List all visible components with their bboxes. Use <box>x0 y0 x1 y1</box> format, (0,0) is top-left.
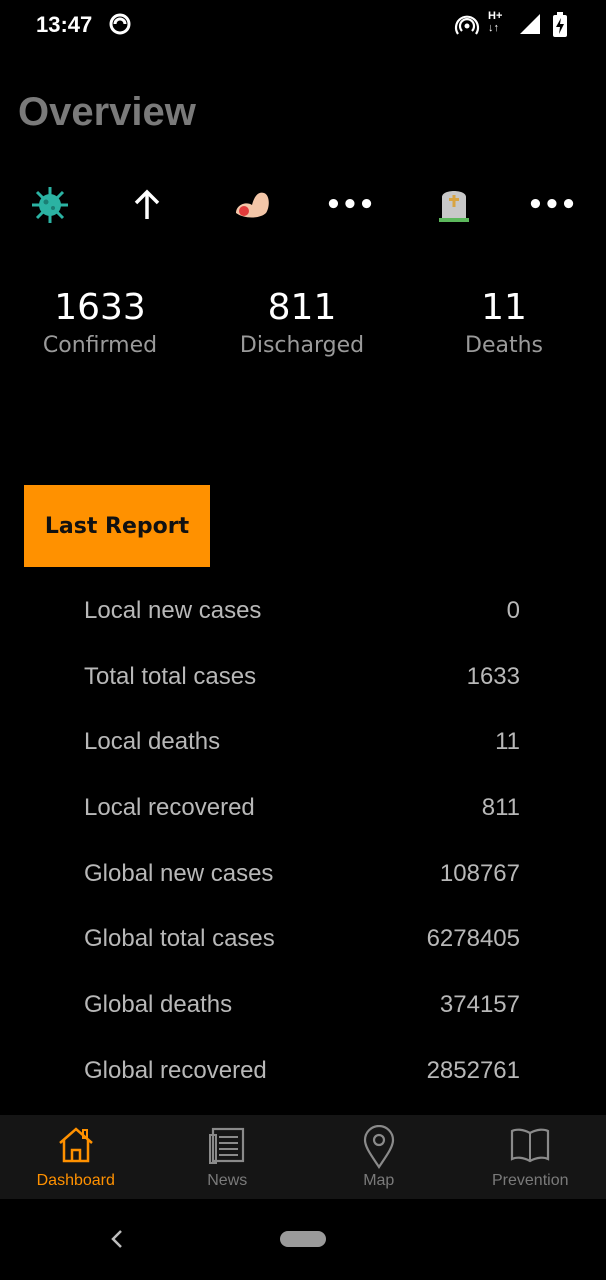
last-report-button[interactable]: Last Report <box>24 485 210 567</box>
page-title: Overview <box>18 90 196 134</box>
nav-label-dashboard: Dashboard <box>36 1172 115 1189</box>
list-item: Global recovered 2852761 <box>84 1040 520 1106</box>
report-value: 1633 <box>466 662 520 690</box>
network-type-label: H+ <box>488 10 503 22</box>
deaths-label: Deaths <box>465 333 543 358</box>
more-icon: ••• <box>527 190 577 220</box>
virus-icon <box>20 180 80 230</box>
report-label: Total total cases <box>84 662 257 690</box>
list-item: Local new cases 0 <box>84 580 520 646</box>
network-type-icon: H+ ↓↑ <box>488 10 503 34</box>
signal-icon <box>518 12 542 40</box>
list-item: Global deaths 374157 <box>84 974 520 1040</box>
nav-label-prevention: Prevention <box>492 1172 569 1189</box>
nav-item-news[interactable]: News <box>152 1115 304 1199</box>
confirmed-label: Confirmed <box>42 333 158 358</box>
list-item: Global new cases 108767 <box>84 843 520 909</box>
more-icon: ••• <box>325 190 375 220</box>
discharged-label: Discharged <box>239 333 365 358</box>
report-label: Global recovered <box>84 1056 267 1084</box>
report-value: 374157 <box>439 991 520 1019</box>
report-value: 2852761 <box>426 1056 520 1084</box>
do-not-disturb-icon <box>108 12 132 40</box>
newspaper-icon <box>208 1125 246 1169</box>
bottom-navigation: Dashboard News Map Prevention <box>0 1115 606 1199</box>
deaths-value: 11 <box>481 287 527 328</box>
nav-item-map[interactable]: Map <box>303 1115 455 1199</box>
confirmed-value: 1633 <box>54 287 146 328</box>
discharged-value: 811 <box>267 287 337 328</box>
report-label: Local recovered <box>84 794 255 822</box>
stat-discharged: 811 Discharged <box>202 285 402 358</box>
nav-label-map: Map <box>363 1172 395 1189</box>
home-icon <box>57 1125 95 1169</box>
nav-label-news: News <box>207 1172 248 1189</box>
map-pin-icon <box>362 1124 396 1173</box>
flexed-biceps-icon <box>222 180 282 230</box>
headstone-icon <box>424 180 484 230</box>
nav-item-dashboard[interactable]: Dashboard <box>0 1115 152 1199</box>
report-value: 11 <box>495 728 520 756</box>
report-label: Global total cases <box>84 925 275 953</box>
list-item: Local deaths 11 <box>84 711 520 777</box>
stat-confirmed: 1633 Confirmed <box>0 285 200 358</box>
back-icon[interactable] <box>106 1221 128 1257</box>
hotspot-icon <box>454 12 480 42</box>
report-label: Local deaths <box>84 728 221 756</box>
book-icon <box>509 1125 551 1169</box>
battery-charging-icon <box>552 12 568 42</box>
status-time: 13:47 <box>36 12 93 37</box>
arrow-up-icon <box>117 180 177 230</box>
report-value: 108767 <box>439 859 520 887</box>
list-item: Total total cases 1633 <box>84 646 520 712</box>
report-label: Global new cases <box>84 859 274 887</box>
report-value: 0 <box>506 597 520 624</box>
report-value: 6278405 <box>426 925 520 953</box>
report-label: Local new cases <box>84 597 262 624</box>
list-item: Global total cases 6278405 <box>84 908 520 974</box>
stat-deaths: 11 Deaths <box>404 285 604 358</box>
report-label: Global deaths <box>84 991 233 1019</box>
home-gesture-pill[interactable] <box>280 1231 326 1247</box>
report-value: 811 <box>481 794 520 822</box>
status-bar: 13:47 H+ ↓↑ <box>0 0 606 52</box>
nav-item-prevention[interactable]: Prevention <box>455 1115 606 1199</box>
stats-icon-row: ••• ••• <box>0 180 606 230</box>
report-list: Local new cases 0 Total total cases 1633… <box>84 580 520 1106</box>
list-item: Local recovered 811 <box>84 777 520 843</box>
